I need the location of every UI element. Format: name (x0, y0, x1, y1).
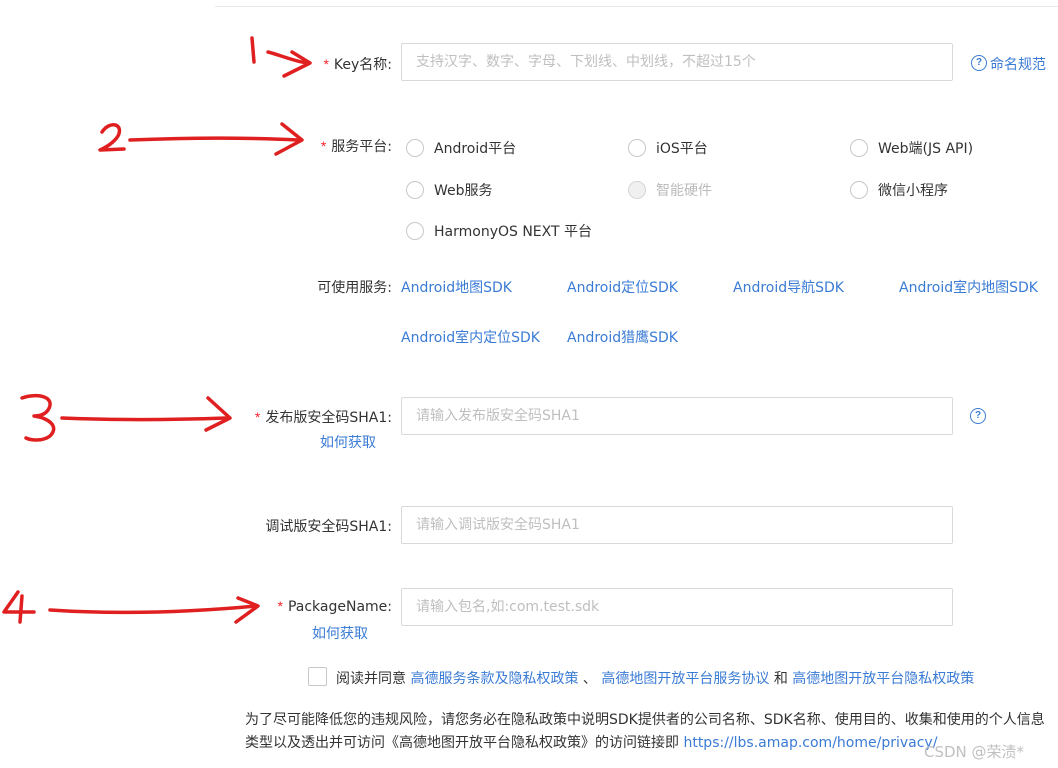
package-name-label: * PackageName: (262, 598, 392, 615)
key-name-label-text: Key名称: (333, 57, 392, 73)
radio-web-js-api[interactable]: Web端(JS API) (850, 138, 973, 158)
agreement-separator: 、 (582, 671, 597, 687)
services-label: 可使用服务: (317, 280, 392, 296)
radio-label: 微信小程序 (878, 183, 948, 199)
help-icon[interactable]: ? (970, 408, 986, 424)
key-name-input[interactable] (401, 43, 953, 81)
top-divider (215, 6, 1058, 7)
radio-label: HarmonyOS NEXT 平台 (434, 224, 592, 240)
radio-harmonyos[interactable]: HarmonyOS NEXT 平台 (406, 221, 592, 241)
radio-smart-hardware: 智能硬件 (628, 180, 712, 200)
radio-web-service[interactable]: Web服务 (406, 180, 493, 200)
radio-circle (628, 181, 646, 199)
release-sha1-how-to-link[interactable]: 如何获取 (320, 432, 376, 452)
agreement-prefix: 阅读并同意 (336, 671, 406, 687)
service-agreement-link[interactable]: 高德地图开放平台服务协议 (601, 671, 769, 687)
radio-circle[interactable] (406, 139, 424, 157)
terms-privacy-link[interactable]: 高德服务条款及隐私权政策 (410, 671, 578, 687)
help-icon[interactable]: ? (971, 55, 987, 71)
required-mark: * (277, 598, 283, 614)
package-name-label-text: PackageName: (287, 599, 392, 615)
key-name-label: * Key名称: (300, 54, 392, 74)
radio-wechat-miniprogram[interactable]: 微信小程序 (850, 180, 948, 200)
radio-circle[interactable] (850, 139, 868, 157)
agreement-text: 阅读并同意 高德服务条款及隐私权政策 、 高德地图开放平台服务协议 和 高德地图… (336, 668, 974, 688)
privacy-url-link[interactable]: https://lbs.amap.com/home/privacy/ (683, 735, 937, 751)
service-link-location-sdk[interactable]: Android定位SDK (567, 277, 678, 297)
annotation-3 (20, 393, 232, 442)
agreement-checkbox[interactable] (308, 667, 327, 686)
watermark: CSDN @荣渍* (924, 743, 1025, 761)
platform-label-text: 服务平台: (331, 139, 392, 155)
required-mark: * (320, 138, 327, 154)
service-link-navigation-sdk[interactable]: Android导航SDK (733, 277, 844, 297)
service-link-map-sdk[interactable]: Android地图SDK (401, 277, 512, 297)
service-link-falcon-sdk[interactable]: Android猎鹰SDK (567, 327, 678, 347)
release-sha1-label: * 发布版安全码SHA1: (232, 407, 392, 427)
service-link-indoor-location-sdk[interactable]: Android室内定位SDK (401, 327, 540, 347)
annotation-layer (2, 36, 312, 624)
radio-label: Android平台 (434, 141, 517, 157)
radio-label: Web服务 (434, 183, 493, 199)
required-mark: * (323, 56, 329, 72)
radio-label: Web端(JS API) (878, 141, 974, 157)
radio-circle[interactable] (628, 139, 646, 157)
service-link-indoor-map-sdk[interactable]: Android室内地图SDK (899, 277, 1038, 297)
debug-sha1-input[interactable] (401, 506, 953, 544)
radio-android[interactable]: Android平台 (406, 138, 516, 158)
agreement-separator: 和 (773, 671, 788, 687)
naming-rules-link[interactable]: 命名规范 (990, 54, 1046, 74)
release-sha1-label-text: 发布版安全码SHA1: (265, 410, 392, 426)
annotation-2 (98, 122, 304, 156)
required-mark: * (254, 409, 261, 425)
annotation-4 (2, 590, 260, 624)
radio-label: 智能硬件 (656, 183, 712, 199)
radio-circle[interactable] (406, 181, 424, 199)
radio-label: iOS平台 (656, 141, 708, 157)
release-sha1-input[interactable] (401, 397, 953, 435)
debug-sha1-label: 调试版安全码SHA1: (265, 519, 392, 535)
platform-privacy-link[interactable]: 高德地图开放平台隐私权政策 (792, 671, 974, 687)
package-name-input[interactable] (401, 588, 953, 626)
radio-ios[interactable]: iOS平台 (628, 138, 708, 158)
radio-circle[interactable] (406, 222, 424, 240)
radio-circle[interactable] (850, 181, 868, 199)
platform-label: * 服务平台: (290, 136, 392, 156)
package-name-how-to-link[interactable]: 如何获取 (312, 623, 368, 643)
